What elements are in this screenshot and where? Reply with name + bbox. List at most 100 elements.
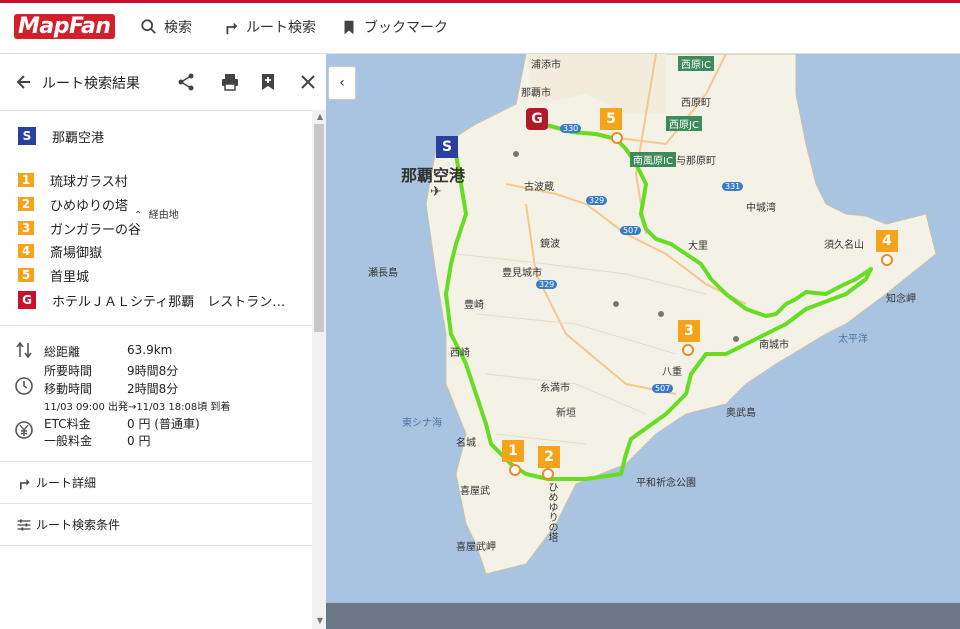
- waypoint-marker: 3: [18, 221, 34, 235]
- map-goal-pin[interactable]: G: [526, 108, 548, 130]
- label-yonabaru: 与那原町: [676, 156, 716, 167]
- airport-icon: ✈: [430, 184, 442, 200]
- nav-search-label: 検索: [164, 20, 192, 36]
- route-conditions-label: ルート検索条件: [36, 518, 121, 532]
- nav-bookmark-label: ブックマーク: [364, 20, 448, 36]
- back-arrow-icon[interactable]: [14, 72, 34, 92]
- label-kohagura: 古波蔵: [524, 182, 554, 193]
- map-waypoint-2-pin[interactable]: 2: [538, 446, 560, 468]
- nav-route-search[interactable]: ルート検索: [222, 17, 316, 37]
- waypoint-marker: 2: [18, 197, 34, 211]
- route-result-panel: ルート検索結果 ▲ ▼ S 那覇空港 ⌃ 経由地 1 琉球ガラス村 2 ひめゆりの塔…: [0, 54, 327, 629]
- total-time-value: 9時間8分: [127, 364, 179, 378]
- label-nakagusuku-bay: 中城湾: [746, 203, 776, 214]
- label-naha-airport: 那覇空港: [401, 166, 466, 185]
- waypoint-name: ひめゆりの塔: [50, 198, 129, 214]
- label-toyosaki: 豊崎: [464, 300, 484, 311]
- waypoint-5[interactable]: 5 首里城: [18, 265, 89, 285]
- label-himeyuri-map: ひめゆりの塔: [546, 482, 557, 542]
- label-sukuna: 須久名山: [824, 240, 864, 251]
- waypoint-name: 斎場御嶽: [50, 245, 103, 261]
- label-peace-park: 平和祈念公園: [636, 478, 696, 489]
- label-nishiharacho: 西原町: [681, 98, 711, 109]
- map-view[interactable]: 那覇空港 浦添市 那覇市 西原IC 西原町 西原JC 与那原町 南風原IC 古波…: [326, 54, 960, 629]
- start-marker: S: [18, 127, 36, 145]
- distance-value: 63.9km: [127, 343, 173, 357]
- waypoint-name: 琉球ガラス村: [50, 174, 128, 190]
- route-detail-link[interactable]: ルート詳細: [16, 474, 96, 491]
- close-icon[interactable]: [298, 72, 318, 92]
- map-start-pin[interactable]: S: [436, 136, 458, 158]
- via-label: 経由地: [148, 210, 179, 221]
- route-icon: [226, 22, 238, 35]
- label-nishihara-jc: 西原JC: [666, 116, 702, 131]
- poi-marker[interactable]: [682, 344, 694, 356]
- poi-marker[interactable]: [881, 254, 893, 266]
- route-turn-icon: [20, 478, 30, 489]
- label-east-china-sea: 東シナ海: [402, 418, 442, 429]
- waypoint-1[interactable]: 1 琉球ガラス村: [18, 170, 128, 190]
- label-ozato: 大里: [688, 241, 708, 252]
- normal-fee-value: 0 円: [127, 434, 151, 448]
- nav-route-label: ルート検索: [246, 20, 316, 36]
- schedule: 11/03 09:00 出発→11/03 18:08頃 到着: [44, 402, 231, 413]
- route-detail-label: ルート詳細: [36, 476, 97, 490]
- label-senaga: 瀬長島: [368, 268, 398, 279]
- move-time-label: 移動時間: [44, 382, 93, 396]
- waypoint-3[interactable]: 3 ガンガラーの谷: [18, 218, 141, 238]
- label-haebaru: 南風原IC: [630, 152, 676, 167]
- label-nishizaki: 西崎: [450, 348, 470, 359]
- divider: [0, 545, 312, 546]
- add-bookmark-icon[interactable]: [258, 72, 278, 92]
- collapse-panel-button[interactable]: ‹: [328, 66, 356, 100]
- label-nanjo: 南城市: [759, 340, 789, 351]
- chevron-left-icon: ‹: [339, 75, 345, 91]
- road-sign: 507: [652, 384, 674, 393]
- poi-marker[interactable]: [542, 468, 554, 480]
- road-sign: 330: [560, 124, 582, 133]
- panel-header: ルート検索結果: [0, 54, 326, 111]
- map-waypoint-3-pin[interactable]: 3: [678, 320, 700, 342]
- map-waypoint-4-pin[interactable]: 4: [876, 230, 898, 252]
- route-start[interactable]: S 那覇空港: [18, 126, 104, 146]
- route-conditions-link[interactable]: ルート検索条件: [16, 516, 120, 533]
- map-footer-bar: [326, 603, 960, 629]
- land-area: [425, 54, 937, 575]
- label-tomigusuku: 豊見城市: [502, 268, 542, 279]
- settings-sliders-icon: [17, 518, 31, 531]
- clock-icon: [15, 377, 33, 395]
- share-icon[interactable]: [176, 72, 196, 92]
- print-icon[interactable]: [220, 72, 240, 92]
- poi-marker[interactable]: [611, 132, 623, 144]
- label-nagagusuku: 名城: [456, 438, 476, 449]
- divider: [0, 461, 312, 462]
- scroll-up-icon[interactable]: ▲: [317, 112, 323, 121]
- label-yaese: 八重: [662, 367, 682, 378]
- mapfan-logo[interactable]: MapFan: [14, 14, 116, 39]
- scroll-down-icon[interactable]: ▼: [317, 616, 323, 625]
- waypoint-marker: 5: [18, 268, 34, 282]
- total-time-label: 所要時間: [44, 364, 93, 378]
- map-waypoint-1-pin[interactable]: 1: [502, 440, 524, 462]
- route-goal[interactable]: G ホテルＪＡＬシティ那覇 レストラン…: [18, 290, 285, 310]
- road-sign: 329: [536, 280, 558, 289]
- label-kyan: 喜屋武: [460, 486, 490, 497]
- panel-scrollbar-thumb[interactable]: [314, 124, 324, 332]
- nav-bookmark[interactable]: ブックマーク: [340, 17, 448, 37]
- yen-icon: [15, 421, 33, 439]
- road-sign: 331: [722, 182, 744, 191]
- label-pacific: 太平洋: [838, 334, 868, 345]
- label-shinkaki: 新垣: [556, 408, 576, 419]
- poi-marker[interactable]: [509, 464, 521, 476]
- divider: [0, 503, 312, 504]
- road-sign: 329: [586, 196, 608, 205]
- nav-search[interactable]: 検索: [140, 17, 192, 37]
- road-sign: 507: [620, 226, 642, 235]
- distance-label: 総距離: [44, 345, 81, 359]
- waypoint-2[interactable]: 2 ひめゆりの塔: [18, 194, 128, 214]
- label-kyan-cape: 喜屋武岬: [456, 542, 496, 553]
- waypoint-4[interactable]: 4 斎場御嶽: [18, 241, 102, 261]
- map-waypoint-5-pin[interactable]: 5: [600, 108, 622, 130]
- etc-value: 0 円 (普通車): [127, 417, 200, 431]
- waypoint-name: ガンガラーの谷: [50, 222, 142, 238]
